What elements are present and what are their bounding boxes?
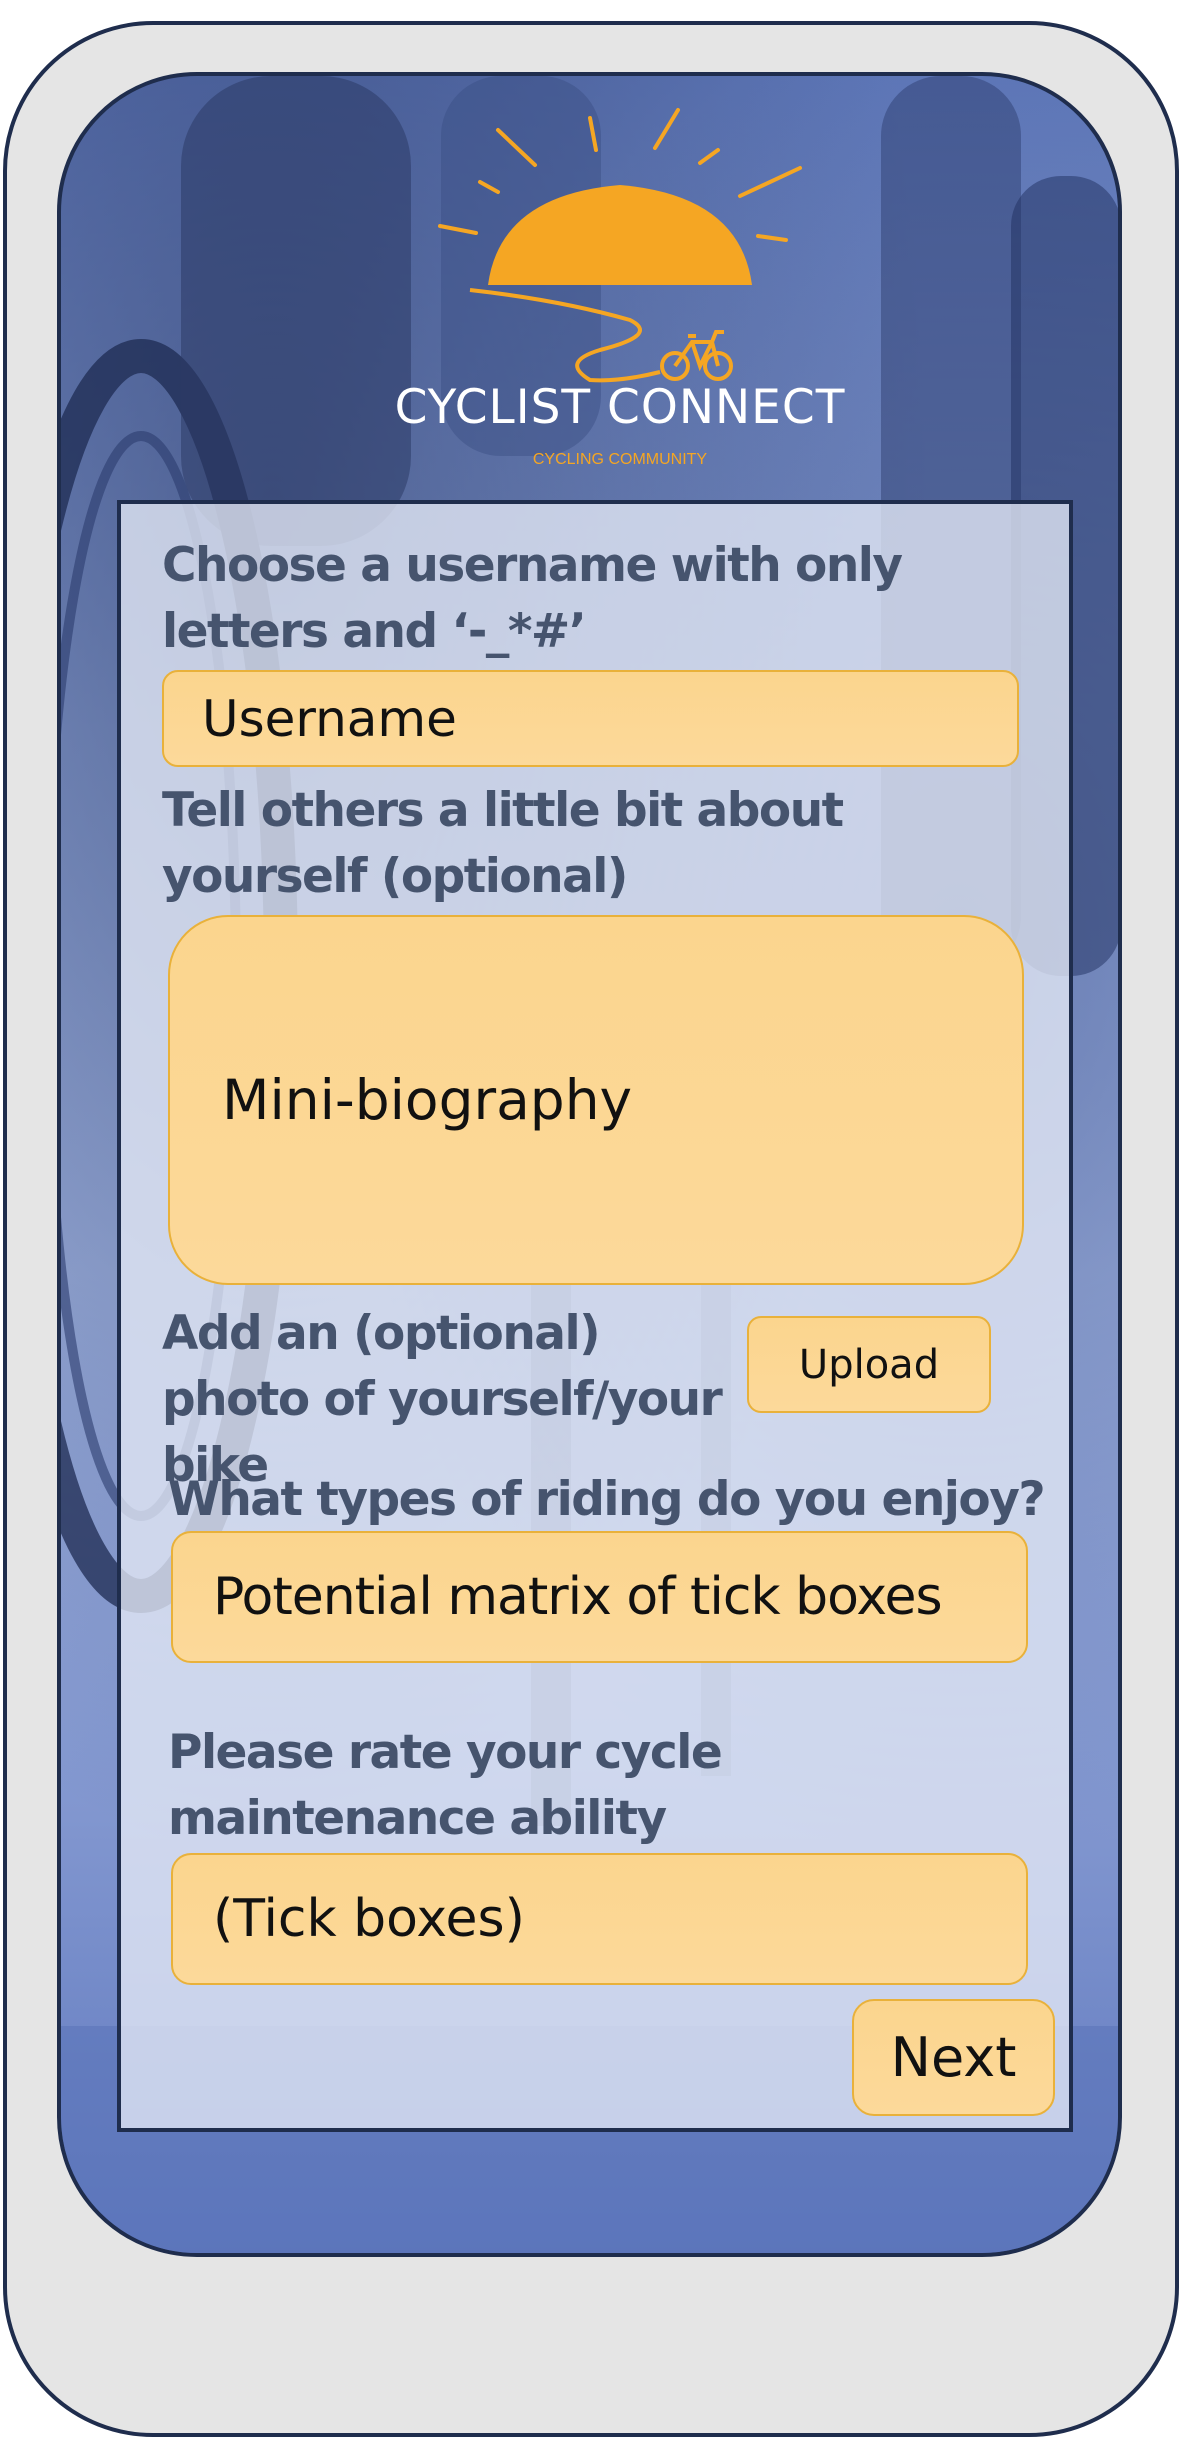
username-input[interactable]: Username [162, 670, 1019, 767]
riding-types-label: What types of riding do you enjoy? [168, 1472, 1046, 1527]
upload-button[interactable]: Upload [747, 1316, 991, 1413]
maintenance-label: Please rate your cycle maintenance abili… [168, 1725, 723, 1846]
app-title: CYCLIST CONNECT [394, 380, 846, 435]
maintenance-checkboxes[interactable]: (Tick boxes) [171, 1853, 1028, 1985]
bio-label: Tell others a little bit about yourself … [162, 783, 844, 904]
next-button-label: Next [890, 2026, 1017, 2089]
bio-textarea[interactable]: Mini-biography [168, 915, 1024, 1285]
maintenance-placeholder: (Tick boxes) [213, 1889, 525, 1949]
bio-placeholder: Mini-biography [222, 1068, 633, 1132]
upload-button-label: Upload [798, 1341, 940, 1388]
username-label: Choose a username with only letters and … [162, 538, 903, 659]
app-subtitle: CYCLING COMMUNITY [532, 451, 708, 468]
username-placeholder: Username [202, 689, 457, 748]
riding-types-checkbox-matrix[interactable]: Potential matrix of tick boxes [171, 1531, 1028, 1663]
riding-types-placeholder: Potential matrix of tick boxes [213, 1567, 943, 1627]
next-button[interactable]: Next [852, 1999, 1055, 2116]
